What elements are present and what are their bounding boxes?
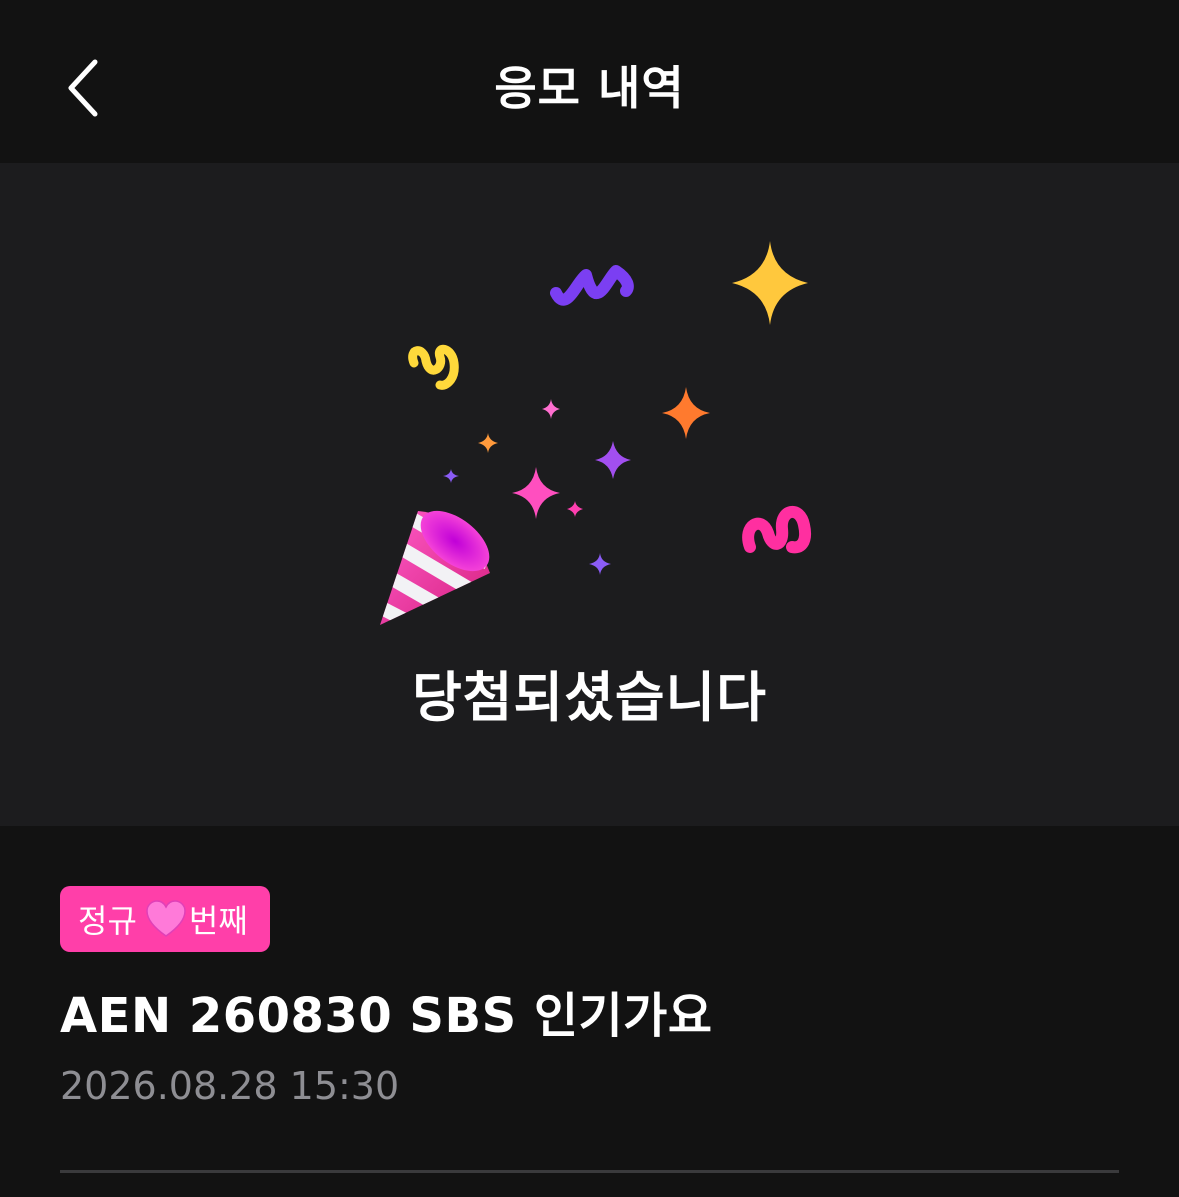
orange-sparkle xyxy=(662,387,710,439)
heart-icon xyxy=(145,899,187,939)
small-magenta-sparkle xyxy=(567,501,583,517)
party-cone xyxy=(380,510,490,625)
page-title: 응모 내역 xyxy=(494,61,685,115)
small-purple-sparkle xyxy=(443,469,459,483)
yellow-streamer xyxy=(408,344,459,390)
pink-streamer xyxy=(742,506,811,554)
divider xyxy=(60,1170,1119,1173)
top-bar: 응모 내역 xyxy=(0,0,1179,163)
yellow-sparkle xyxy=(732,241,808,325)
small-violet-sparkle xyxy=(589,553,611,575)
category-badge: 정규 번째 xyxy=(60,886,270,952)
badge-prefix: 정규 xyxy=(78,902,137,940)
purple-streamer xyxy=(550,265,634,306)
purple-sparkle xyxy=(595,441,631,479)
small-orange-sparkle xyxy=(478,433,498,453)
result-banner: 당첨되셨습니다 xyxy=(0,163,1179,826)
entry-detail: 정규 번째 AEN 260830 SBS 인기가요 2026.08.28 15:… xyxy=(0,826,1179,1197)
small-pink-sparkle xyxy=(542,399,560,419)
pink-sparkle xyxy=(512,467,560,519)
event-title: AEN 260830 SBS 인기가요 xyxy=(60,988,713,1044)
event-datetime: 2026.08.28 15:30 xyxy=(60,1064,400,1108)
badge-suffix: 번째 xyxy=(188,902,248,940)
win-message: 당첨되셨습니다 xyxy=(412,666,767,729)
